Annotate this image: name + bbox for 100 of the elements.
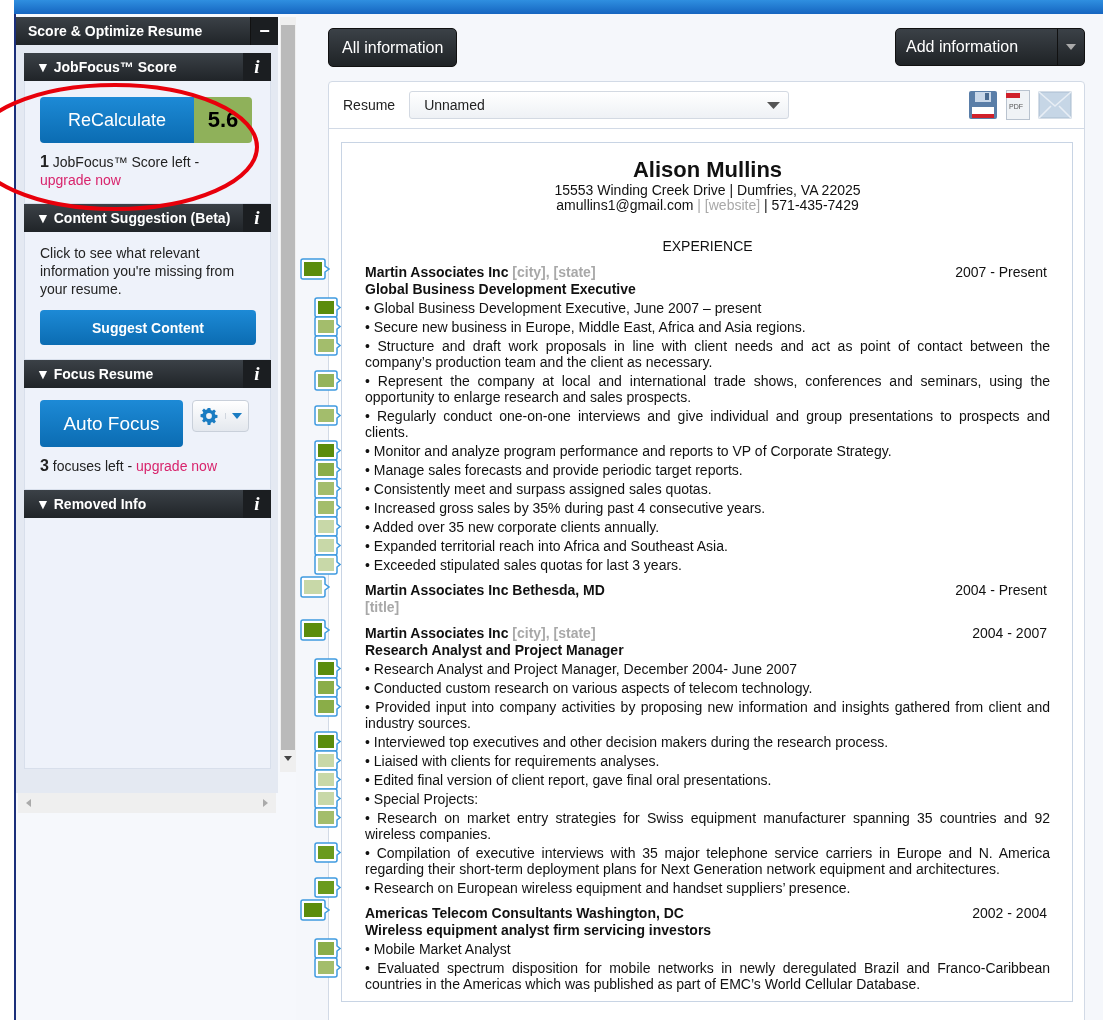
section-title: ▼ Content Suggestion (Beta) <box>35 209 232 228</box>
bullet-point: • Structure and draft work proposals in line with client needs and act as point of contact between the company’s production team and the client as necessary. <box>365 338 1050 370</box>
upgrade-link[interactable]: upgrade now <box>40 172 121 188</box>
add-information-button[interactable]: Add information <box>895 28 1085 66</box>
bullet-point: • Conducted custom research on various aspects of telecom technology. <box>365 680 814 696</box>
info-icon[interactable]: i <box>243 53 271 81</box>
job-dates: 2007 - Present <box>955 264 1048 281</box>
focus-marker[interactable] <box>314 405 341 426</box>
bullet-point: • Exceeded stipulated sales quotas for last 3 years. <box>365 557 683 573</box>
bullet-point: • Interviewed top executives and other decision makers during the research process. <box>365 734 890 750</box>
info-icon[interactable]: i <box>243 204 271 232</box>
resume-label: Resume <box>343 97 396 113</box>
bullet-point: • Manage sales forecasts and provide periodic target reports. <box>365 462 744 478</box>
bullet-point: • Regularly conduct one-on-one interviews and give individual and group presentations to prospects and clients. <box>365 408 1050 440</box>
focus-marker[interactable] <box>300 899 330 921</box>
score-note: 1 JobFocus™ Score left - <box>40 154 200 170</box>
focus-marker[interactable] <box>314 554 341 575</box>
scroll-left-icon[interactable] <box>26 799 31 807</box>
company-name: Martin Associates Inc [city], [state] <box>365 264 596 281</box>
focus-marker[interactable] <box>300 619 330 641</box>
address-line: 15553 Winding Creek Drive | Dumfries, VA 22025 <box>553 183 862 198</box>
contact-line: amullins1@gmail.com | [website] | 571-435-7429 <box>555 198 860 213</box>
bullet-point: • Research on market entry strategies for Swiss equipment manufacturer spanning 35 countries and 92 wireless companies. <box>365 810 1050 842</box>
focus-marker[interactable] <box>314 516 341 537</box>
bullet-point: • Mobile Market Analyst <box>365 941 512 957</box>
horizontal-scrollbar[interactable] <box>18 793 276 813</box>
suggest-button[interactable]: Suggest Content <box>40 310 256 345</box>
focus-marker[interactable] <box>314 677 341 698</box>
focus-marker[interactable] <box>314 478 341 499</box>
focus-marker[interactable] <box>314 370 341 391</box>
bullet-point: • Secure new business in Europe, Middle East, Africa and Asia regions. <box>365 319 807 335</box>
bullet-point: • Consistently meet and surpass assigned sales quotas. <box>365 481 713 497</box>
focus-note: 3 focuses left - <box>40 458 133 474</box>
focus-marker[interactable] <box>314 731 341 752</box>
bullet-point: • Increased gross sales by 35% during past 4 consecutive years. <box>365 500 767 516</box>
section-header[interactable]: ▼ Focus Resume i <box>24 360 271 388</box>
focus-marker[interactable] <box>314 335 341 356</box>
vertical-scrollbar[interactable] <box>280 17 296 772</box>
bullet-point: • Added over 35 new corporate clients annually. <box>365 519 661 535</box>
job-title: Wireless equipment analyst firm servicing investors <box>365 922 713 939</box>
focus-marker[interactable] <box>314 769 341 790</box>
bullet-point: • Research on European wireless equipment and handset suppliers’ presence. <box>365 880 852 896</box>
focus-marker[interactable] <box>314 788 341 809</box>
company-name: Americas Telecom Consultants Washington, DC <box>365 905 684 922</box>
focus-marker[interactable] <box>314 440 341 461</box>
all-information-button[interactable]: All information <box>328 28 458 67</box>
bullet-point: • Liaised with clients for requirements analyses. <box>365 753 661 769</box>
job-title: [title] <box>365 599 401 616</box>
collapse-button[interactable]: − <box>250 17 278 45</box>
bullet-point: • Research Analyst and Project Manager, December 2004- June 2007 <box>365 661 799 677</box>
info-icon[interactable]: i <box>243 360 271 388</box>
focus-marker[interactable] <box>314 957 341 978</box>
job-title: Global Business Development Executive <box>365 281 637 298</box>
upgrade-link[interactable]: upgrade now <box>136 458 217 474</box>
bullet-point: • Compilation of executive interviews with 35 major telephone service carriers in Europe and N. America regarding their short-term deployment plans for Next Generation network equipment and architectures. <box>365 845 1050 877</box>
focus-marker[interactable] <box>314 750 341 771</box>
focus-marker[interactable] <box>314 807 341 828</box>
section-header[interactable]: ▼ Removed Info i <box>24 490 271 518</box>
recalculate-button[interactable]: ReCalculate <box>40 97 194 143</box>
resume-select[interactable]: Unnamed <box>409 91 790 119</box>
focus-marker[interactable] <box>314 497 341 518</box>
job-dates: 2004 - 2007 <box>972 625 1048 642</box>
focus-marker[interactable] <box>314 696 341 717</box>
suggestion-text: Click to see what relevant information you're missing from your resume. <box>40 244 236 298</box>
focus-marker[interactable] <box>300 258 330 280</box>
focus-marker[interactable] <box>314 938 341 959</box>
focus-marker[interactable] <box>314 658 341 679</box>
focus-marker[interactable] <box>314 877 341 898</box>
section-title: ▼ JobFocus™ Score <box>35 58 178 77</box>
save-icon[interactable] <box>968 90 998 120</box>
job-dates: 2002 - 2004 <box>972 905 1048 922</box>
section-header[interactable]: ▼ Content Suggestion (Beta) i <box>24 204 271 232</box>
auto-focus-button[interactable]: Auto Focus <box>40 400 183 447</box>
company-name: Martin Associates Inc [city], [state] <box>365 625 596 642</box>
job-title: Research Analyst and Project Manager <box>365 642 625 659</box>
focus-marker[interactable] <box>314 459 341 480</box>
focus-marker[interactable] <box>314 535 341 556</box>
bullet-point: • Special Projects: <box>365 791 480 807</box>
scroll-right-icon[interactable] <box>263 799 268 807</box>
focus-marker[interactable] <box>314 316 341 337</box>
bullet-point: • Monitor and analyze program performance and reports to VP of Corporate Strategy. <box>365 443 893 459</box>
panel-title: Score & Optimize Resume <box>27 22 204 41</box>
focus-marker[interactable] <box>314 297 341 318</box>
info-icon[interactable]: i <box>243 490 271 518</box>
focus-marker[interactable] <box>300 576 330 598</box>
section-title: ▼ Focus Resume <box>35 365 155 384</box>
bullet-point: • Expanded territorial reach into Africa and Southeast Asia. <box>365 538 729 554</box>
resume-name: Alison Mullins <box>631 157 784 183</box>
bullet-point: • Represent the company at local and international trade shows, conferences and seminars, using the opportunity to enlarge research and sales prospects. <box>365 373 1050 405</box>
section-header[interactable]: ▼ JobFocus™ Score i <box>24 53 271 81</box>
scroll-down-icon[interactable] <box>284 756 292 761</box>
focus-marker[interactable] <box>314 842 341 863</box>
settings-dropdown[interactable] <box>192 400 249 432</box>
section-title: ▼ Removed Info <box>35 495 148 514</box>
bullet-point: • Provided input into company activities by proposing new information and insights gathered from client and industry sources. <box>365 699 1050 731</box>
company-name: Martin Associates Inc Bethesda, MD <box>365 582 605 599</box>
section-heading: EXPERIENCE <box>661 238 754 254</box>
caret-icon <box>1066 44 1076 50</box>
mail-icon[interactable] <box>1038 91 1072 119</box>
caret-icon <box>767 101 781 109</box>
